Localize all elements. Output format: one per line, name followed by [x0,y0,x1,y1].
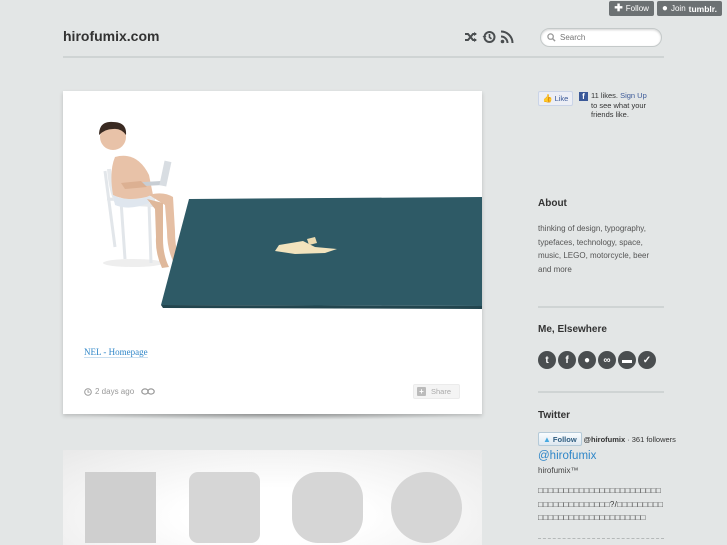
post-photo[interactable] [63,91,482,316]
plus-icon: + [417,387,426,396]
tumblr-follow-label: Follow [625,4,649,13]
facebook-like-label: Like [554,94,569,103]
facebook-like-text: f 11 likes. Sign Up to see what your fri… [579,91,655,120]
square-shape [85,472,156,543]
facebook-like-widget: 👍 Like f 11 likes. Sign Up to see what y… [538,91,655,120]
about-heading: About [538,198,567,209]
elsewhere-heading: Me, Elsewhere [538,324,607,335]
twitter-handle-small[interactable]: @hirofumix [584,435,625,444]
facebook-icon[interactable]: f [558,351,576,369]
twitter-icon[interactable]: t [538,351,556,369]
circle-shape [391,472,462,543]
twitter-followers: · 361 followers [627,434,676,444]
twitter-heading: Twitter [538,410,571,421]
facebook-signup-link[interactable]: Sign Up [620,91,647,100]
delicious-icon[interactable]: ▬ [618,351,636,369]
header-icons [464,30,514,44]
post-time[interactable]: 2 days ago [95,387,134,396]
post-meta: 2 days ago [84,387,134,396]
tumblr-join-label: Join [670,4,686,13]
rss-icon[interactable] [500,30,514,44]
history-icon[interactable] [482,30,496,44]
tumblr-brand: tumblr. [688,3,717,14]
post-shadow [66,414,479,420]
twitter-tweet: □□□□□□□□□□□□□□□□□□□□□□□□□□□□□□□□□□□□□□?/… [538,486,664,522]
sidebar-divider [538,306,664,308]
thumbs-up-icon: 👍 [542,94,553,103]
search-box [540,28,662,47]
twitter-name: hirofumix™ [538,466,579,475]
share-button[interactable]: + Share [413,384,460,399]
about-text: thinking of design, typography, typeface… [538,224,650,274]
search-input[interactable] [560,33,655,42]
search-icon [547,33,556,42]
facebook-like-button[interactable]: 👍 Like [538,91,573,106]
social-icons: t f ● ∞ ▬ ✓ [538,351,656,369]
twitter-follow-widget: ▲ Follow @hirofumix · 361 followers [538,432,676,446]
share-label: Share [431,387,452,396]
shuffle-icon[interactable] [464,30,478,44]
post-card-2 [63,450,482,545]
squircle-shape [292,472,363,543]
tumblr-controls: ✚ Follow ● Join tumblr. [609,1,722,16]
tumblr-follow-button[interactable]: ✚ Follow [609,1,654,16]
facebook-suffix: to see what your friends like. [591,100,647,120]
vimeo-icon[interactable]: ✓ [638,351,656,369]
rounded-square-shape [189,472,260,543]
twitter-bird-icon: ▲ [543,434,551,444]
lastfm-icon[interactable]: ∞ [598,351,616,369]
twitter-handle[interactable]: @hirofumix [538,450,596,462]
site-title[interactable]: hirofumix.com [63,28,159,44]
post-card: NEL - Homepage 2 days ago + Share [63,91,482,414]
header-divider [63,56,664,58]
permalink-icon[interactable] [141,388,155,395]
facebook-count: 11 likes. [591,91,618,100]
twitter-follow-label: Follow [552,434,577,444]
plus-icon: ✚ [614,2,623,14]
twitter-follow-button[interactable]: ▲ Follow [538,432,582,446]
post-link[interactable]: NEL - Homepage [84,347,148,358]
user-icon: ● [661,2,668,14]
flickr-icon[interactable]: ● [578,351,596,369]
clock-icon [84,387,92,396]
tumblr-join-button[interactable]: ● Join tumblr. [656,1,722,16]
facebook-icon: f [579,92,588,101]
tweet-divider [538,538,664,539]
sidebar-divider [538,391,664,393]
